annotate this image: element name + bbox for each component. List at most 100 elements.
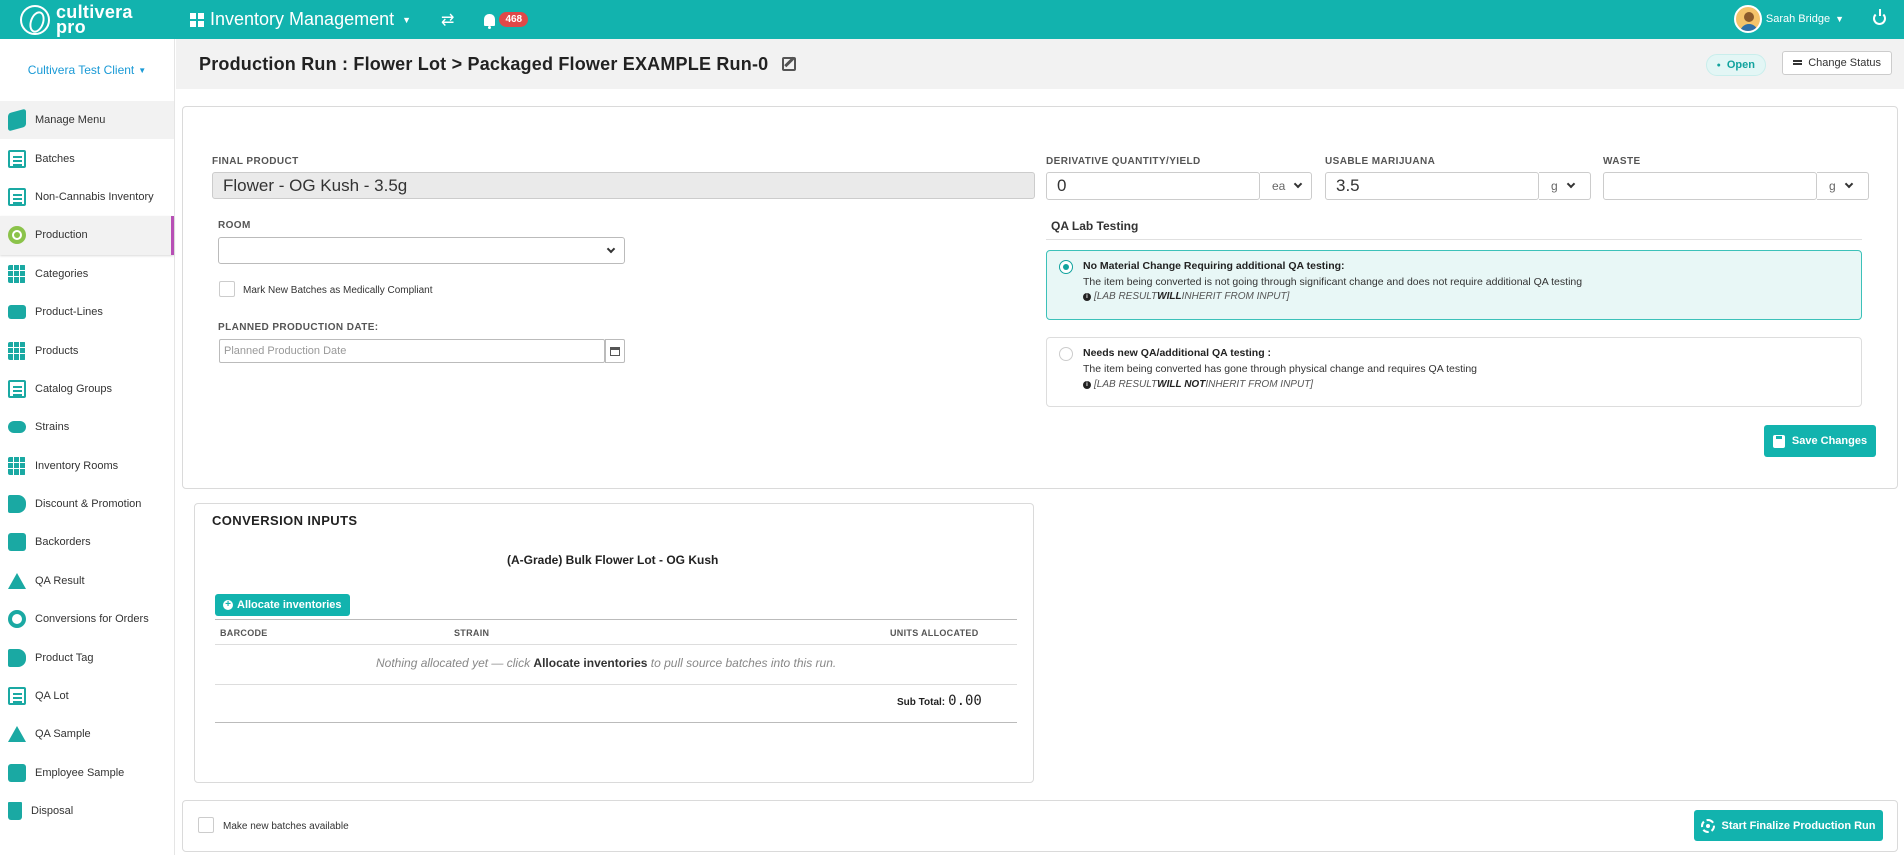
bell-icon	[484, 13, 496, 29]
sidebar-item-label: Non-Cannabis Inventory	[35, 190, 154, 203]
chevron-down-icon	[1844, 179, 1853, 189]
usable-unit-select[interactable]: g	[1539, 172, 1591, 200]
sidebar-item-conversions-for-orders[interactable]: Conversions for Orders	[0, 600, 174, 638]
tag-icon	[8, 648, 26, 667]
derivative-quantity-input[interactable]: 0	[1046, 172, 1260, 200]
waste-unit-select[interactable]: g	[1817, 172, 1869, 200]
sidebar-item-manage-menu[interactable]: Manage Menu	[0, 101, 174, 140]
sidebar-item-label: Product Tag	[35, 651, 94, 664]
sidebar-item-batches[interactable]: Batches	[0, 139, 174, 177]
sidebar-item-inventory-rooms[interactable]: Inventory Rooms	[0, 447, 174, 485]
subtotal: Sub Total: 0.00	[897, 693, 982, 709]
empty-state-message: Nothing allocated yet — click Allocate i…	[376, 656, 836, 670]
planned-date-input[interactable]: Planned Production Date	[219, 339, 605, 363]
waste-label: WASTE	[1603, 156, 1641, 167]
logo[interactable]: cultivera pro	[0, 0, 180, 39]
sidebar-item-qa-sample[interactable]: QA Sample	[0, 715, 174, 753]
chevron-down-icon	[1294, 179, 1303, 189]
change-status-button[interactable]: Change Status	[1782, 51, 1892, 75]
avatar	[1733, 5, 1762, 33]
sidebar-item-label: QA Lot	[35, 690, 69, 703]
notifications-button[interactable]: 468	[484, 12, 529, 29]
qa-option-note-c: INHERIT FROM INPUT]	[1181, 291, 1290, 302]
start-finalize-button[interactable]: Start Finalize Production Run	[1694, 810, 1883, 841]
qa-option-radio[interactable]	[1059, 347, 1073, 361]
waste-unit-value: g	[1829, 179, 1836, 193]
allocate-inventories-label: Allocate inventories	[237, 599, 342, 611]
qa-option-radio[interactable]	[1059, 260, 1073, 274]
qa-divider	[1046, 239, 1862, 240]
usable-marijuana-input[interactable]: 3.5	[1325, 172, 1539, 200]
module-menu-label: Inventory Management	[210, 9, 395, 29]
sidebar-item-strains[interactable]: Strains	[0, 408, 174, 446]
calendar-icon[interactable]	[605, 339, 625, 363]
sidebar-item-non-cannabis-inventory[interactable]: Non-Cannabis Inventory	[0, 178, 174, 216]
start-finalize-label: Start Finalize Production Run	[1721, 819, 1876, 832]
info-icon: i	[1083, 292, 1091, 301]
logo-text: cultivera pro	[56, 3, 133, 36]
column-header-strain: STRAIN	[454, 628, 490, 638]
column-header-barcode: BARCODE	[220, 628, 268, 638]
page-title: Production Run : Flower Lot > Packaged F…	[199, 53, 769, 74]
room-select[interactable]	[218, 237, 625, 264]
status-badge: Open	[1705, 54, 1766, 76]
sidebar-item-disposal[interactable]: Disposal	[0, 792, 174, 830]
medical-compliant-checkbox[interactable]	[219, 281, 235, 297]
product-lines-icon	[8, 305, 26, 320]
sidebar-item-catalog-groups[interactable]: Catalog Groups	[0, 370, 174, 408]
qa-option-no-change[interactable]: No Material Change Requiring additional …	[1046, 250, 1862, 320]
batches-icon	[8, 149, 26, 168]
footer-bar: Make new batches available Start Finaliz…	[182, 800, 1898, 852]
planned-date-placeholder: Planned Production Date	[224, 345, 347, 357]
table-row-divider	[215, 684, 1017, 685]
recycle-icon	[8, 610, 26, 629]
sidebar-item-qa-lot[interactable]: QA Lot	[0, 677, 174, 715]
list-icon	[1793, 60, 1803, 63]
qa-option-heading: Needs new QA/additional QA testing :	[1083, 347, 1272, 359]
make-available-label: Make new batches available	[223, 821, 349, 832]
sidebar-item-employee-sample[interactable]: Employee Sample	[0, 754, 174, 792]
sidebar-item-label: Batches	[35, 152, 75, 165]
logo-leaf-icon	[20, 4, 50, 35]
sidebar-item-label: Strains	[35, 421, 70, 434]
change-status-label: Change Status	[1808, 57, 1881, 69]
employee-badge-icon	[8, 763, 26, 782]
client-selector[interactable]: Cultivera Test Client ▼	[0, 39, 174, 101]
qa-option-needs-testing[interactable]: Needs new QA/additional QA testing : The…	[1046, 337, 1862, 407]
qa-option-heading: No Material Change Requiring additional …	[1083, 260, 1345, 272]
qa-option-note-a: [LAB RESULT	[1094, 379, 1158, 390]
sidebar-item-qa-result[interactable]: QA Result	[0, 562, 174, 600]
table-header-divider	[215, 644, 1017, 645]
qa-option-note-a: [LAB RESULT	[1094, 291, 1158, 302]
final-product-label: FINAL PRODUCT	[212, 156, 299, 167]
usable-unit-value: g	[1551, 179, 1558, 193]
sidebar-item-backorders[interactable]: Backorders	[0, 523, 174, 561]
conversion-inputs-card: CONVERSION INPUTS (A-Grade) Bulk Flower …	[194, 503, 1034, 783]
sidebar-item-production[interactable]: Production	[0, 216, 174, 255]
module-menu[interactable]: Inventory Management ▼	[190, 9, 411, 30]
sidebar-item-product-tag[interactable]: Product Tag	[0, 638, 174, 676]
sidebar-item-label: Disposal	[31, 805, 74, 818]
waste-input[interactable]	[1603, 172, 1817, 200]
sidebar-item-label: Production	[35, 229, 88, 242]
make-available-checkbox[interactable]	[198, 817, 214, 833]
power-icon[interactable]	[1873, 9, 1886, 25]
page-header: Production Run : Flower Lot > Packaged F…	[176, 39, 1904, 89]
sidebar-item-products[interactable]: Products	[0, 331, 174, 369]
qa-option-note: i [LAB RESULT WILL NOT INHERIT FROM INPU…	[1083, 379, 1313, 390]
sidebar-item-categories[interactable]: Categories	[0, 255, 174, 293]
sidebar-item-label: Conversions for Orders	[35, 613, 149, 626]
edit-icon[interactable]	[782, 57, 797, 71]
save-icon	[1772, 434, 1785, 448]
final-product-field: Flower - OG Kush - 3.5g	[212, 172, 1035, 199]
caret-down-icon: ▼	[402, 14, 412, 25]
switch-icon[interactable]: ⇄	[441, 10, 454, 30]
sidebar-item-discount-promotion[interactable]: Discount & Promotion	[0, 485, 174, 523]
table-top-divider	[215, 619, 1017, 620]
derivative-unit-select[interactable]: ea	[1260, 172, 1312, 200]
sidebar-item-product-lines[interactable]: Product-Lines	[0, 293, 174, 331]
allocate-inventories-button[interactable]: + Allocate inventories	[215, 594, 350, 616]
save-changes-button[interactable]: Save Changes	[1764, 425, 1876, 457]
production-form-card: FINAL PRODUCT Flower - OG Kush - 3.5g RO…	[182, 106, 1898, 489]
user-menu[interactable]: Sarah Bridge ▼	[1733, 5, 1844, 33]
